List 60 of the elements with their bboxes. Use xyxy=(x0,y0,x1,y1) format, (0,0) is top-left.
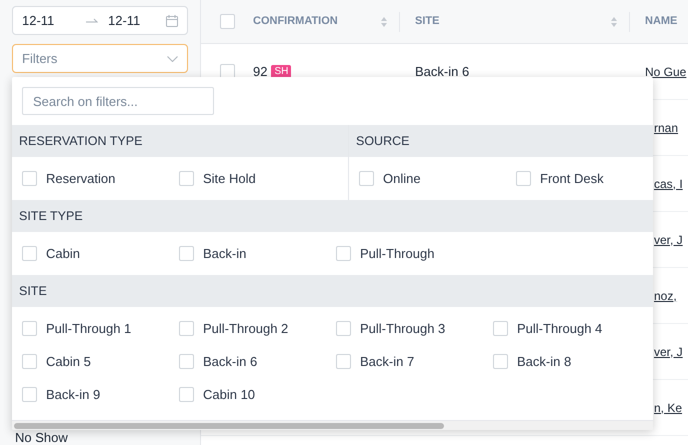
checkbox[interactable] xyxy=(22,171,37,186)
option-label[interactable]: Cabin 10 xyxy=(203,384,256,404)
checkbox[interactable] xyxy=(493,354,508,369)
group-header: SITE TYPE xyxy=(12,200,653,232)
option-label[interactable]: Pull-Through xyxy=(360,244,434,264)
checkbox[interactable] xyxy=(359,171,374,186)
end-date: 12-11 xyxy=(108,12,140,30)
option-label[interactable]: Back-in 8 xyxy=(517,352,572,372)
guest-name-link[interactable]: ver, J xyxy=(654,232,683,246)
guest-name-link[interactable]: No Gue xyxy=(645,64,686,78)
option-label[interactable]: Pull-Through 1 xyxy=(46,318,132,338)
checkbox[interactable] xyxy=(516,171,531,186)
select-all-checkbox[interactable] xyxy=(220,14,235,29)
option-label[interactable]: Pull-Through 2 xyxy=(203,318,288,338)
group-header: RESERVATION TYPE xyxy=(12,125,348,157)
guest-name-link[interactable]: rnan xyxy=(654,120,678,134)
calendar-icon[interactable] xyxy=(166,14,178,26)
checkbox[interactable] xyxy=(22,246,37,261)
date-range-field[interactable]: 12-11 12-11 xyxy=(12,6,188,35)
confirmation-number: 92 xyxy=(253,62,268,81)
search-field[interactable]: Search on filters... xyxy=(22,87,214,115)
option-label[interactable]: Back-in 9 xyxy=(46,384,100,404)
checkbox[interactable] xyxy=(336,246,351,261)
guest-name-link[interactable]: cas, I xyxy=(654,176,683,190)
option-label[interactable]: Back-in xyxy=(203,244,246,264)
scrollbar-thumb[interactable] xyxy=(14,422,444,428)
checkbox[interactable] xyxy=(179,354,194,369)
group-header: SITE xyxy=(12,275,653,307)
checkbox[interactable] xyxy=(336,354,351,369)
checkbox[interactable] xyxy=(336,321,351,336)
checkbox[interactable] xyxy=(179,246,194,261)
sort-icon[interactable] xyxy=(380,16,388,28)
site-name: Back-in 6 xyxy=(415,64,470,78)
option-label[interactable]: Pull-Through 4 xyxy=(517,318,602,338)
option-label[interactable]: Front Desk xyxy=(540,168,604,188)
status-tag: SH xyxy=(271,64,292,78)
start-date: 12-11 xyxy=(22,12,56,30)
option-label[interactable]: Pull-Through 3 xyxy=(360,318,446,338)
option-label[interactable]: Site Hold xyxy=(203,168,256,188)
option-label[interactable]: Back-in 6 xyxy=(203,352,258,372)
option-label[interactable]: Cabin 5 xyxy=(46,352,91,372)
checkbox[interactable] xyxy=(179,321,194,336)
guest-name-link[interactable]: noz, xyxy=(654,288,677,302)
option-label[interactable]: Back-in 7 xyxy=(360,352,414,372)
guest-name-link[interactable]: n, Ke xyxy=(654,400,682,414)
guest-name-link[interactable]: ver, J xyxy=(654,344,683,358)
group-header: SOURCE xyxy=(349,125,653,157)
sort-icon[interactable] xyxy=(610,16,618,28)
chevron-down-icon xyxy=(167,56,178,62)
filters-select[interactable]: Filters xyxy=(12,44,188,73)
checkbox[interactable] xyxy=(179,171,194,186)
checkbox[interactable] xyxy=(22,387,37,402)
checkbox[interactable] xyxy=(179,387,194,402)
option-label[interactable]: Online xyxy=(383,168,421,188)
checkbox[interactable] xyxy=(22,354,37,369)
option-label[interactable]: Reservation xyxy=(46,168,116,188)
option-label[interactable]: Cabin xyxy=(46,244,80,264)
checkbox[interactable] xyxy=(22,321,37,336)
status-text: No Show xyxy=(15,430,68,445)
checkbox[interactable] xyxy=(493,321,508,336)
